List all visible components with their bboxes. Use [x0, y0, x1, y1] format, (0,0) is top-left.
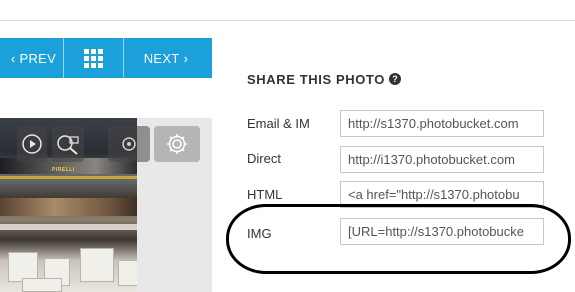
share-button[interactable] — [108, 126, 150, 162]
html-code-label: HTML — [247, 187, 283, 202]
photo-box — [80, 248, 114, 282]
share-icon — [122, 137, 136, 151]
photo-box — [22, 278, 62, 292]
play-icon — [22, 134, 42, 154]
prev-button[interactable]: ‹ PREV — [0, 38, 63, 78]
email-im-link-field[interactable] — [340, 110, 544, 137]
photo-navigation-bar: ‹ PREV NEXT › — [0, 38, 212, 78]
grid-icon — [84, 48, 103, 68]
photo-stripe — [0, 224, 137, 230]
html-code-field[interactable] — [340, 181, 544, 208]
slideshow-button[interactable] — [17, 126, 47, 162]
direct-link-label: Direct — [247, 151, 281, 166]
prev-button-label: PREV — [19, 50, 57, 66]
img-code-label: IMG — [247, 226, 272, 241]
chevron-left-icon: ‹ — [10, 50, 16, 66]
email-im-label: Email & IM — [247, 116, 310, 131]
photo-sign-text: PIRELLI — [52, 167, 75, 173]
chevron-right-icon: › — [183, 50, 189, 66]
img-code-field[interactable] — [340, 218, 544, 245]
photo-stripe — [0, 176, 137, 179]
share-panel-title: SHARE THIS PHOTO — [247, 72, 385, 87]
gear-icon — [167, 134, 187, 154]
direct-link-field[interactable] — [340, 146, 544, 173]
zoom-button[interactable] — [52, 126, 84, 162]
grid-view-button[interactable] — [64, 38, 123, 78]
top-divider — [0, 20, 575, 21]
next-button[interactable]: NEXT › — [124, 38, 212, 78]
next-button-label: NEXT — [143, 50, 180, 66]
settings-button[interactable] — [154, 126, 200, 162]
photo-box — [118, 260, 137, 286]
photo-shelf — [0, 198, 137, 216]
zoom-icon — [57, 135, 79, 155]
help-icon[interactable]: ? — [389, 73, 401, 85]
